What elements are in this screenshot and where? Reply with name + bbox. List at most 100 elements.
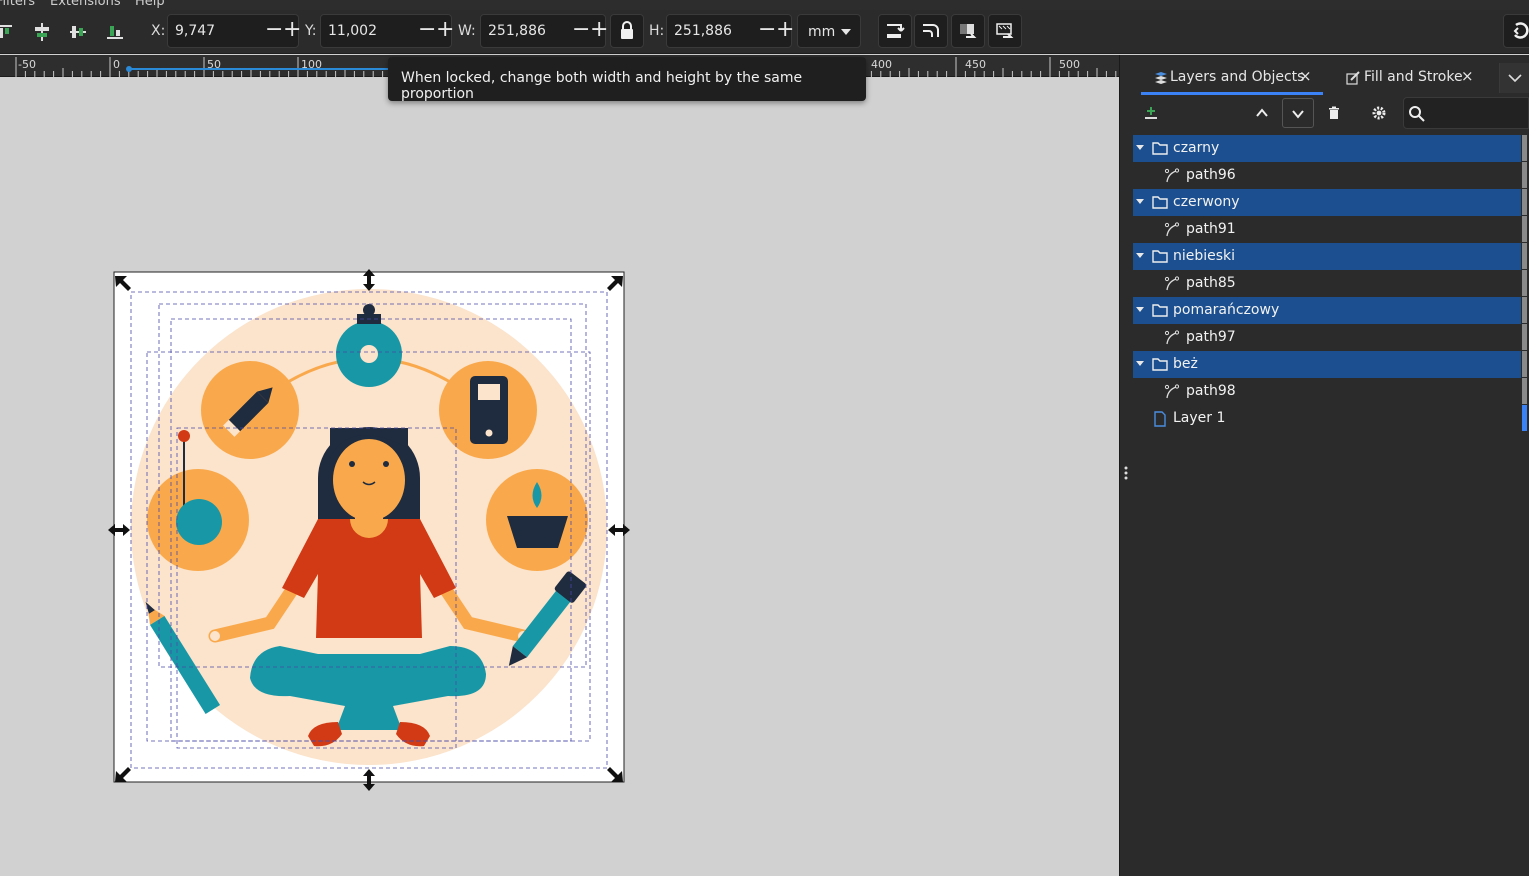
transform-patterns-button[interactable] xyxy=(988,14,1022,48)
layer-label: czarny xyxy=(1173,140,1220,156)
teal-ring-hole[interactable] xyxy=(360,345,378,363)
folder-icon xyxy=(1152,142,1168,155)
drag-handle-icon[interactable] xyxy=(1120,463,1134,483)
add-layer-icon[interactable] xyxy=(1143,105,1159,121)
expand-caret-icon[interactable] xyxy=(1136,307,1144,312)
w-spinbox[interactable]: 251,886 − + xyxy=(480,14,608,48)
ruler-label: 0 xyxy=(113,58,120,71)
lock-proportions-button[interactable] xyxy=(610,14,644,48)
unit-select[interactable]: mm xyxy=(797,14,861,48)
x-spinbox[interactable]: 9,747 − + xyxy=(167,14,301,48)
y-spinbox[interactable]: 11,002 − + xyxy=(320,14,454,48)
w-decrement-button[interactable]: − xyxy=(572,19,590,41)
row-scrollbar-mark xyxy=(1522,351,1527,377)
layers-tree[interactable]: czarny path96 czerwony path91 niebieski … xyxy=(1133,135,1529,432)
row-scrollbar-mark xyxy=(1522,216,1527,242)
menu-filters[interactable]: Filters xyxy=(0,0,35,9)
folder-icon xyxy=(1152,196,1168,209)
dock-panel: Layers and Objects × Fill and Stroke × c… xyxy=(1133,55,1529,876)
x-decrement-button[interactable]: − xyxy=(265,19,283,41)
search-input[interactable] xyxy=(1403,97,1529,129)
bottle-knob[interactable] xyxy=(363,304,375,316)
h-decrement-button[interactable]: − xyxy=(758,19,776,41)
transform-patterns-icon xyxy=(996,23,1014,38)
w-increment-button[interactable]: + xyxy=(590,19,608,41)
folder-icon xyxy=(1152,358,1168,371)
path-icon xyxy=(1164,222,1180,237)
neck[interactable] xyxy=(355,500,383,520)
tree-row-path[interactable]: path98 xyxy=(1133,378,1527,405)
path-icon xyxy=(1164,384,1180,399)
path-icon xyxy=(1164,168,1180,183)
row-scrollbar-mark xyxy=(1522,135,1527,161)
tree-row-path[interactable]: path91 xyxy=(1133,216,1527,243)
scale-corners-button[interactable] xyxy=(914,14,948,48)
row-scrollbar-mark xyxy=(1522,378,1527,404)
y-increment-button[interactable]: + xyxy=(436,19,454,41)
tree-row-path[interactable]: path85 xyxy=(1133,270,1527,297)
teal-ball[interactable] xyxy=(176,499,222,545)
tree-row-layer[interactable]: czerwony xyxy=(1133,189,1527,216)
folder-icon xyxy=(1152,304,1168,317)
snap-toggle-button[interactable] xyxy=(1503,14,1529,48)
align-bottom-icon[interactable] xyxy=(105,22,125,42)
pin-head[interactable] xyxy=(178,430,190,442)
tab-layers-and-objects[interactable]: Layers and Objects × xyxy=(1141,61,1323,95)
y-decrement-button[interactable]: − xyxy=(418,19,436,41)
layer-label: Layer 1 xyxy=(1173,410,1226,426)
menu-help[interactable]: Help xyxy=(135,0,165,9)
expand-caret-icon[interactable] xyxy=(1136,145,1144,150)
tree-row-layer-root[interactable]: Layer 1 xyxy=(1133,405,1527,432)
tree-row-layer[interactable]: czarny xyxy=(1133,135,1527,162)
path-icon xyxy=(1164,330,1180,345)
transform-gradients-icon xyxy=(960,24,977,38)
w-value[interactable]: 251,886 xyxy=(488,23,546,39)
unit-value: mm xyxy=(808,24,836,40)
drawing-canvas[interactable] xyxy=(0,78,1119,876)
h-value[interactable]: 251,886 xyxy=(674,23,732,39)
panel-divider-handle[interactable] xyxy=(1119,55,1133,876)
tab-fill-and-stroke[interactable]: Fill and Stroke × xyxy=(1337,61,1477,95)
close-icon[interactable]: × xyxy=(1299,67,1312,85)
inkscape-window: Filters Extensions Help X: 9,747 − + Y: … xyxy=(0,0,1529,876)
menu-extensions[interactable]: Extensions xyxy=(50,0,121,9)
row-scrollbar-mark xyxy=(1522,297,1527,323)
align-center-vertical-icon[interactable] xyxy=(32,22,52,42)
snap-icon xyxy=(1513,22,1529,39)
transform-gradients-button[interactable] xyxy=(951,14,985,48)
expand-caret-icon[interactable] xyxy=(1136,253,1144,258)
align-top-icon[interactable] xyxy=(0,22,14,42)
tree-row-layer[interactable]: beż xyxy=(1133,351,1527,378)
tree-row-path[interactable]: path96 xyxy=(1133,162,1527,189)
tree-row-layer[interactable]: niebieski xyxy=(1133,243,1527,270)
move-down-button[interactable] xyxy=(1282,98,1314,128)
path-label: path85 xyxy=(1186,275,1236,291)
candle-bowl[interactable] xyxy=(507,516,568,548)
gear-icon[interactable] xyxy=(1371,105,1387,121)
x-increment-button[interactable]: + xyxy=(283,19,301,41)
tree-row-layer[interactable]: pomarańczowy xyxy=(1133,297,1527,324)
y-value[interactable]: 11,002 xyxy=(328,23,377,39)
expand-caret-icon[interactable] xyxy=(1136,199,1144,204)
h-spinbox[interactable]: 251,886 − + xyxy=(666,14,794,48)
chevron-down-icon xyxy=(841,29,851,35)
row-scrollbar-mark xyxy=(1522,189,1527,215)
path-label: path91 xyxy=(1186,221,1236,237)
close-icon[interactable]: × xyxy=(1461,67,1474,85)
w-label: W: xyxy=(458,23,476,39)
row-scrollbar-mark xyxy=(1522,405,1527,431)
scale-stroke-button[interactable] xyxy=(878,14,912,48)
align-middle-icon[interactable] xyxy=(68,22,88,42)
artwork[interactable] xyxy=(0,78,1119,876)
h-increment-button[interactable]: + xyxy=(776,19,794,41)
trash-icon[interactable] xyxy=(1326,105,1342,121)
expand-caret-icon[interactable] xyxy=(1136,361,1144,366)
tree-row-path[interactable]: path97 xyxy=(1133,324,1527,351)
move-up-icon[interactable] xyxy=(1254,106,1270,120)
tabs-menu-button[interactable] xyxy=(1499,63,1529,93)
x-value[interactable]: 9,747 xyxy=(175,23,215,39)
right-eye xyxy=(383,461,389,467)
scale-corners-icon xyxy=(923,24,939,37)
ruler-label: 500 xyxy=(1059,58,1080,71)
row-scrollbar-mark xyxy=(1522,162,1527,188)
